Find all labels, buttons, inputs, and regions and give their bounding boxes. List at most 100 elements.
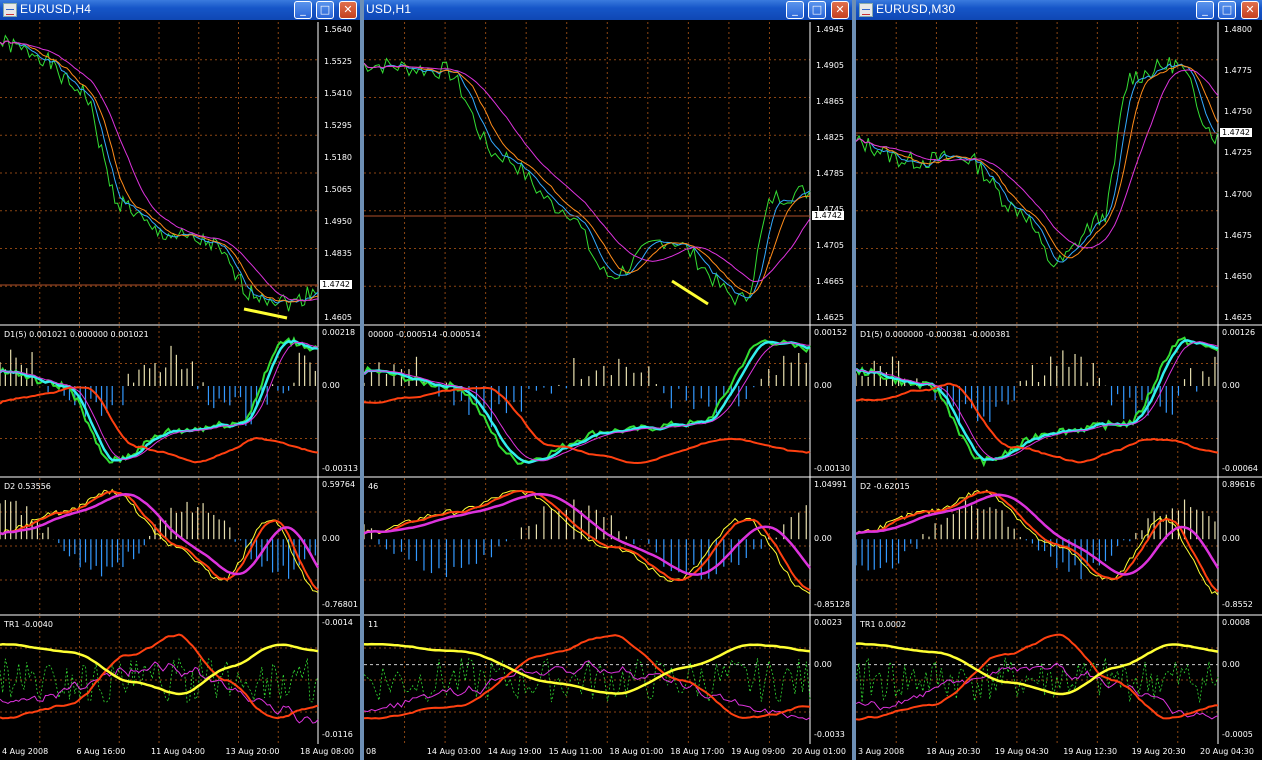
time-axis-label: 3 Aug 2008 xyxy=(858,747,905,756)
chart-window-usd-h1[interactable]: 1.4945 1.4905 1.4865 1.4825 1.4785 1.4745 1.47… xyxy=(364,0,854,760)
price-axis-label: 1.4625 xyxy=(816,313,844,322)
price-axis-label: 1.4705 xyxy=(816,241,844,250)
minimize-button[interactable]: _ xyxy=(786,1,804,19)
price-axis-label: 1.4950 xyxy=(324,217,352,226)
title-bar[interactable]: EURUSD,H4 _ □ ✕ xyxy=(0,0,360,20)
price-axis-label: 1.4650 xyxy=(1224,271,1252,281)
maximize-button[interactable]: □ xyxy=(316,1,334,19)
pane-separator[interactable] xyxy=(856,324,1262,326)
time-axis-label: 19 Aug 20:30 xyxy=(1131,747,1186,756)
time-axis-label: 19 Aug 09:00 xyxy=(731,747,786,756)
close-button[interactable]: ✕ xyxy=(339,1,357,19)
indicator-axis-label: 0.00 xyxy=(814,534,832,544)
price-axis-label: 1.5640 xyxy=(324,25,352,34)
indicator-label: TR1 -0.0040 xyxy=(4,620,53,629)
window-title: USD,H1 xyxy=(366,2,412,16)
oscillator-pane-1[interactable] xyxy=(364,326,852,476)
chart-window-icon xyxy=(3,3,17,17)
minimize-button[interactable]: _ xyxy=(1196,1,1214,19)
chart-canvas[interactable] xyxy=(0,0,360,760)
price-axis-label: 1.5295 xyxy=(324,121,352,130)
chart-window-eurusd-h4[interactable]: 1.5640 1.5525 1.5410 1.5295 1.5180 1.5065 1.49… xyxy=(0,0,360,760)
indicator-axis-label: 0.00 xyxy=(1222,659,1240,669)
current-price-box: 1.4742 xyxy=(812,211,844,220)
price-axis-label: 1.4785 xyxy=(816,169,844,178)
time-axis-label: 18 Aug 20:30 xyxy=(926,747,981,756)
time-axis-label: 20 Aug 04:30 xyxy=(1200,747,1254,756)
title-bar[interactable]: EURUSD,M30 _ □ ✕ xyxy=(856,0,1262,20)
indicator-axis-label: 0.00 xyxy=(1222,534,1240,544)
time-axis: 4 Aug 2008 6 Aug 16:00 11 Aug 04:00 13 Aug … xyxy=(0,744,360,760)
price-axis-label: 1.4865 xyxy=(816,97,844,106)
chart-window-eurusd-m30[interactable]: 1.4800 1.4775 1.4750 1.4725 1.4700 1.4675 1.46… xyxy=(856,0,1262,760)
time-axis-label: 18 Aug 01:00 xyxy=(609,747,664,756)
price-axis-label: 1.4700 xyxy=(1224,189,1252,199)
indicator-label: 00000 -0.000514 -0.000514 xyxy=(368,330,481,339)
close-button[interactable]: ✕ xyxy=(1241,1,1259,19)
indicator-axis-label: -0.0005 xyxy=(1222,730,1253,739)
indicator-label: D2 -0.62015 xyxy=(860,482,910,491)
chart-canvas[interactable] xyxy=(856,0,1262,760)
close-button[interactable]: ✕ xyxy=(831,1,849,19)
indicator-label: 46 xyxy=(368,482,379,491)
pane-separator[interactable] xyxy=(364,324,852,326)
indicator-axis-label: -0.8552 xyxy=(1222,600,1253,609)
oscillator-pane-3[interactable] xyxy=(364,616,852,744)
pane-separator[interactable] xyxy=(364,614,852,616)
time-axis-label: 4 Aug 2008 xyxy=(2,747,49,756)
chart-canvas[interactable] xyxy=(364,0,852,760)
title-bar[interactable]: USD,H1 _ □ ✕ xyxy=(364,0,854,20)
price-axis-label: 1.4835 xyxy=(324,249,352,258)
indicator-axis-label: 0.00 xyxy=(814,381,832,390)
chart-window-icon xyxy=(859,3,873,17)
price-axis-label: 1.5525 xyxy=(324,57,352,66)
price-axis-label: 1.5180 xyxy=(324,153,352,162)
maximize-button[interactable]: □ xyxy=(1218,1,1236,19)
indicator-axis-label: -0.85128 xyxy=(814,600,850,609)
pane-separator[interactable] xyxy=(856,476,1262,478)
minimize-button[interactable]: _ xyxy=(294,1,312,19)
price-axis-label: 1.4605 xyxy=(324,313,352,322)
indicator-axis-label: -0.00064 xyxy=(1222,464,1258,473)
indicator-label: D1(5) 0.000000 -0.000381 -0.000381 xyxy=(860,330,1011,339)
indicator-axis-label: -0.76801 xyxy=(322,600,358,609)
indicator-axis-label: 0.00 xyxy=(322,381,340,390)
maximize-button[interactable]: □ xyxy=(808,1,826,19)
indicator-axis-label: 0.00 xyxy=(814,659,832,669)
price-pane[interactable] xyxy=(364,22,852,324)
indicator-label: D2 0.53556 xyxy=(4,482,51,491)
price-axis-label: 1.4825 xyxy=(816,133,844,142)
pane-separator[interactable] xyxy=(0,614,360,616)
current-price-box: 1.4742 xyxy=(1220,128,1252,137)
pane-separator[interactable] xyxy=(0,476,360,478)
time-axis-label: 19 Aug 04:30 xyxy=(994,747,1049,756)
pane-separator[interactable] xyxy=(0,324,360,326)
price-axis-label: 1.4725 xyxy=(1224,148,1252,158)
time-axis: 08 14 Aug 03:00 14 Aug 19:00 15 Aug 11:00 18… xyxy=(364,744,854,760)
time-axis-label: 18 Aug 08:00 xyxy=(300,747,354,756)
price-axis-label: 1.4800 xyxy=(1224,25,1252,34)
indicator-axis-label: 0.89616 xyxy=(1222,480,1256,489)
time-axis-label: 18 Aug 17:00 xyxy=(670,747,725,756)
indicator-axis-label: 0.00 xyxy=(1222,381,1240,390)
price-axis-label: 1.4665 xyxy=(816,277,844,286)
current-price-box: 1.4742 xyxy=(320,280,352,289)
indicator-axis-label: 0.0008 xyxy=(1222,618,1250,627)
pane-separator[interactable] xyxy=(856,614,1262,616)
indicator-axis-label: -0.0033 xyxy=(814,730,845,739)
price-axis-label: 1.4675 xyxy=(1224,230,1252,240)
price-axis-label: 1.4905 xyxy=(816,61,844,70)
indicator-axis-label: -0.00313 xyxy=(322,464,358,473)
indicator-axis-label: 0.00126 xyxy=(1222,328,1256,337)
indicator-label: TR1 0.0002 xyxy=(860,620,907,629)
indicator-axis-label: 0.59764 xyxy=(322,480,356,489)
price-axis-label: 1.4625 xyxy=(1224,313,1252,322)
indicator-axis-label: 0.00 xyxy=(322,534,340,544)
time-axis-label: 08 xyxy=(366,747,377,756)
indicator-axis-label: 0.00218 xyxy=(322,328,356,337)
time-axis-label: 19 Aug 12:30 xyxy=(1063,747,1118,756)
time-axis-label: 15 Aug 11:00 xyxy=(548,747,603,756)
pane-separator[interactable] xyxy=(364,476,852,478)
indicator-label: 11 xyxy=(368,620,379,629)
time-axis-label: 11 Aug 04:00 xyxy=(151,747,205,756)
